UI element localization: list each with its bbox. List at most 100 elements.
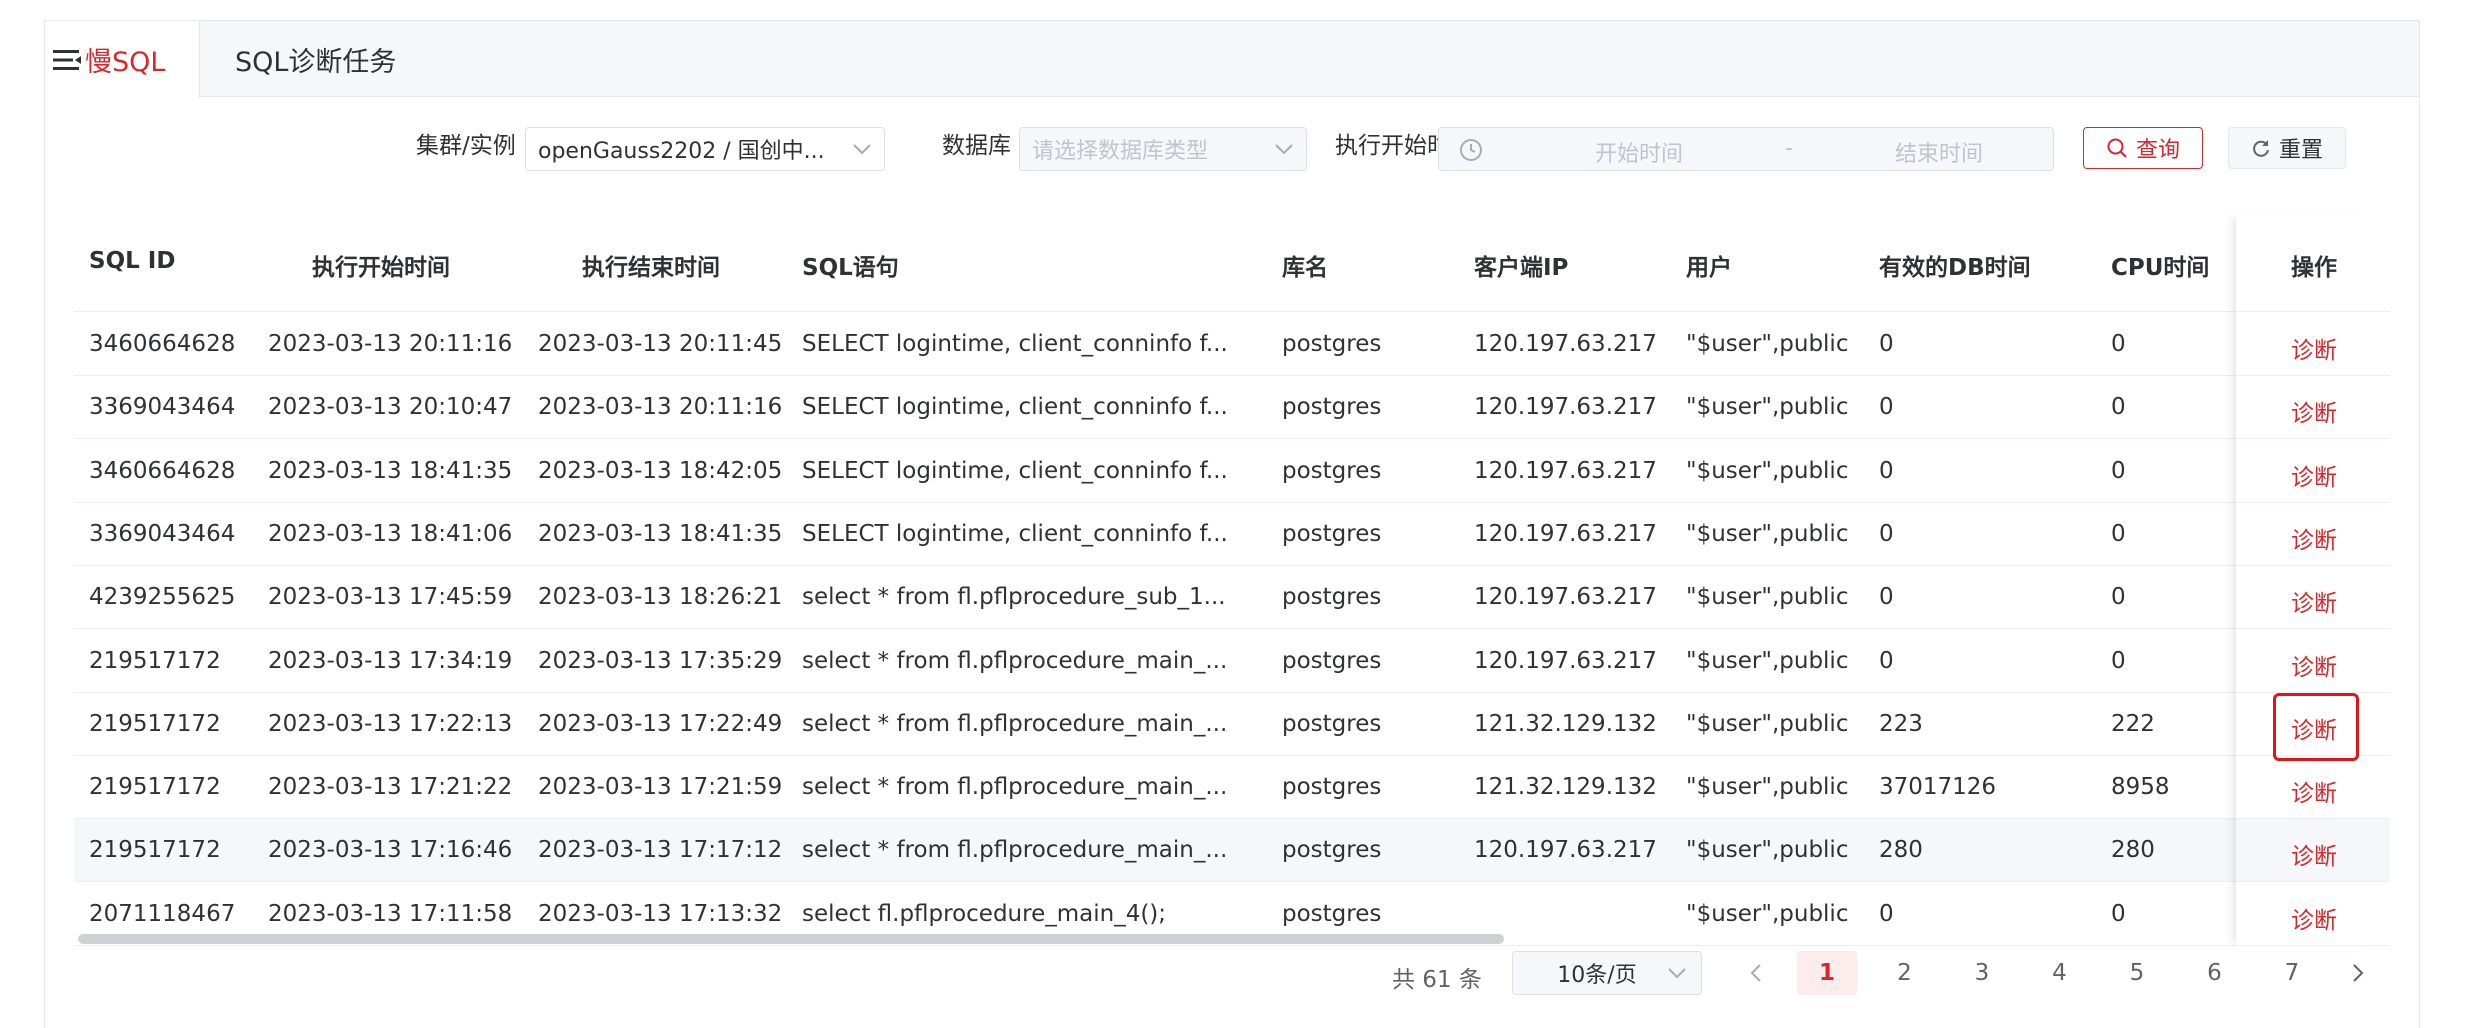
table-header: SQL ID 执行开始时间 执行结束时间 SQL语句 库名 客户端IP 用户 有… [74, 212, 2390, 312]
col-start-time: 执行开始时间 [312, 255, 450, 281]
table-row[interactable]: 3369043464 2023-03-13 18:41:06 2023-03-13 … [74, 503, 2390, 566]
cell-db-name: postgres [1282, 774, 1382, 801]
page-number[interactable]: 1 [1797, 951, 1857, 995]
horizontal-scrollbar[interactable] [78, 934, 1504, 944]
cell-start-time: 2023-03-13 17:45:59 [268, 584, 513, 611]
cell-end-time: 2023-03-13 20:11:16 [538, 394, 783, 421]
table-row[interactable]: 219517172 2023-03-13 17:21:22 2023-03-13 1… [74, 756, 2390, 820]
cell-cpu-time: 0 [2111, 900, 2126, 927]
reset-button[interactable]: 重置 [2228, 127, 2346, 169]
cell-start-time: 2023-03-13 18:41:06 [268, 520, 513, 547]
start-time-input[interactable]: 开始时间 [1595, 136, 1683, 168]
database-select[interactable]: 请选择数据库类型 [1019, 127, 1307, 171]
diagnose-link[interactable]: 诊断 [2291, 394, 2337, 428]
col-end-time: 执行结束时间 [582, 255, 720, 281]
cell-end-time: 2023-03-13 18:41:35 [538, 520, 783, 547]
cell-sql-statement: select * from fl.pflprocedure_main_... [802, 837, 1228, 864]
cell-sql-statement: select * from fl.pflprocedure_main_... [802, 710, 1228, 737]
cell-cpu-time: 0 [2111, 394, 2126, 421]
cell-start-time: 2023-03-13 17:11:58 [268, 900, 513, 927]
search-button[interactable]: 查询 [2083, 127, 2203, 169]
cell-db-time: 223 [1879, 710, 1923, 737]
cluster-select[interactable]: openGauss2202 / 国创中... [525, 127, 885, 171]
table-row[interactable]: 3460664628 2023-03-13 18:41:35 2023-03-13 … [74, 440, 2390, 503]
cell-cpu-time: 280 [2111, 837, 2155, 864]
table-row[interactable]: 4239255625 2023-03-13 17:45:59 2023-03-13 … [74, 566, 2390, 630]
page-size-select[interactable]: 10条/页 [1512, 951, 1702, 995]
cell-sql-id: 3369043464 [89, 520, 236, 547]
cell-db-name: postgres [1282, 331, 1382, 357]
cell-db-name: postgres [1282, 457, 1382, 484]
cell-sql-statement: SELECT logintime, client_conninfo f... [802, 457, 1228, 484]
cell-db-name: postgres [1282, 584, 1382, 611]
cell-client-ip: 120.197.63.217 [1474, 837, 1657, 864]
diagnose-link[interactable]: 诊断 [2291, 584, 2337, 618]
diagnose-link[interactable]: 诊断 [2291, 901, 2337, 935]
cell-db-name: postgres [1282, 710, 1382, 737]
cell-client-ip: 120.197.63.217 [1474, 331, 1657, 357]
pagination-total: 共 61 条 [1392, 967, 1482, 993]
cell-db-name: postgres [1282, 394, 1382, 421]
diagnose-link[interactable]: 诊断 [2291, 521, 2337, 555]
tab-label: SQL诊断任务 [235, 46, 397, 78]
col-db-time: 有效的DB时间 [1879, 255, 2031, 281]
cell-user: "$user",public [1686, 584, 1849, 611]
prev-page-button[interactable] [1726, 951, 1786, 995]
cell-sql-id: 219517172 [89, 710, 221, 737]
cell-db-name: postgres [1282, 900, 1382, 927]
page-number[interactable]: 4 [2030, 951, 2090, 995]
page-number[interactable]: 6 [2185, 951, 2245, 995]
table-row[interactable]: 219517172 2023-03-13 17:16:46 2023-03-13 1… [74, 819, 2390, 883]
page-number[interactable]: 2 [1875, 951, 1935, 995]
cell-user: "$user",public [1686, 900, 1849, 927]
cell-user: "$user",public [1686, 837, 1849, 864]
cell-db-time: 37017126 [1879, 774, 1997, 801]
cell-user: "$user",public [1686, 710, 1849, 737]
cell-db-time: 0 [1879, 457, 1894, 484]
page-number[interactable]: 7 [2262, 951, 2322, 995]
date-range-picker[interactable]: 开始时间 - 结束时间 [1438, 127, 2054, 171]
cell-cpu-time: 222 [2111, 710, 2155, 737]
cell-cpu-time: 8958 [2111, 774, 2170, 801]
cell-db-time: 0 [1879, 647, 1894, 674]
cell-sql-statement: SELECT logintime, client_conninfo f... [802, 331, 1228, 357]
cell-user: "$user",public [1686, 647, 1849, 674]
cell-sql-statement: select * from fl.pflprocedure_main_... [802, 774, 1228, 801]
refresh-icon [2253, 140, 2269, 157]
chevron-down-icon [853, 144, 871, 155]
table-row[interactable]: 219517172 2023-03-13 17:34:19 2023-03-13 1… [74, 630, 2390, 693]
cell-sql-id: 3369043464 [89, 394, 236, 421]
cell-cpu-time: 0 [2111, 647, 2126, 674]
database-placeholder: 请选择数据库类型 [1032, 139, 1209, 164]
cell-user: "$user",public [1686, 394, 1849, 421]
page-number[interactable]: 3 [1952, 951, 2012, 995]
cell-end-time: 2023-03-13 17:17:12 [538, 837, 783, 864]
table-row[interactable]: 3369043464 2023-03-13 20:10:47 2023-03-13 … [74, 376, 2390, 440]
cell-db-time: 0 [1879, 584, 1894, 611]
next-page-button[interactable] [2328, 951, 2388, 995]
page-number[interactable]: 5 [2107, 951, 2167, 995]
col-client-ip: 客户端IP [1474, 255, 1569, 281]
cell-client-ip: 121.32.129.132 [1474, 774, 1657, 801]
clock-icon [1460, 139, 1482, 161]
cell-client-ip: 120.197.63.217 [1474, 457, 1657, 484]
tab-sql-diagnosis-task[interactable]: SQL诊断任务 [235, 21, 396, 97]
tab-slow-sql[interactable]: 慢SQL [45, 21, 200, 98]
cell-sql-id: 4239255625 [89, 584, 236, 611]
col-db-name: 库名 [1282, 255, 1328, 281]
table-row[interactable]: 3460664628 2023-03-13 20:11:16 2023-03-13 … [74, 313, 2390, 376]
cell-sql-id: 2071118467 [89, 900, 236, 927]
cell-start-time: 2023-03-13 17:16:46 [268, 837, 513, 864]
table-row[interactable]: 219517172 2023-03-13 17:22:13 2023-03-13 1… [74, 693, 2390, 756]
diagnose-link[interactable]: 诊断 [2291, 648, 2337, 682]
diagnose-link[interactable]: 诊断 [2291, 774, 2337, 808]
cell-start-time: 2023-03-13 17:34:19 [268, 647, 513, 674]
diagnose-link[interactable]: 诊断 [2291, 458, 2337, 492]
diagnose-link[interactable]: 诊断 [2291, 331, 2337, 365]
cell-sql-statement: SELECT logintime, client_conninfo f... [802, 394, 1228, 421]
col-user: 用户 [1686, 255, 1732, 281]
col-actions: 操作 [2291, 255, 2337, 281]
diagnose-link[interactable]: 诊断 [2291, 837, 2337, 871]
end-time-input[interactable]: 结束时间 [1895, 136, 1983, 168]
cell-db-name: postgres [1282, 837, 1382, 864]
